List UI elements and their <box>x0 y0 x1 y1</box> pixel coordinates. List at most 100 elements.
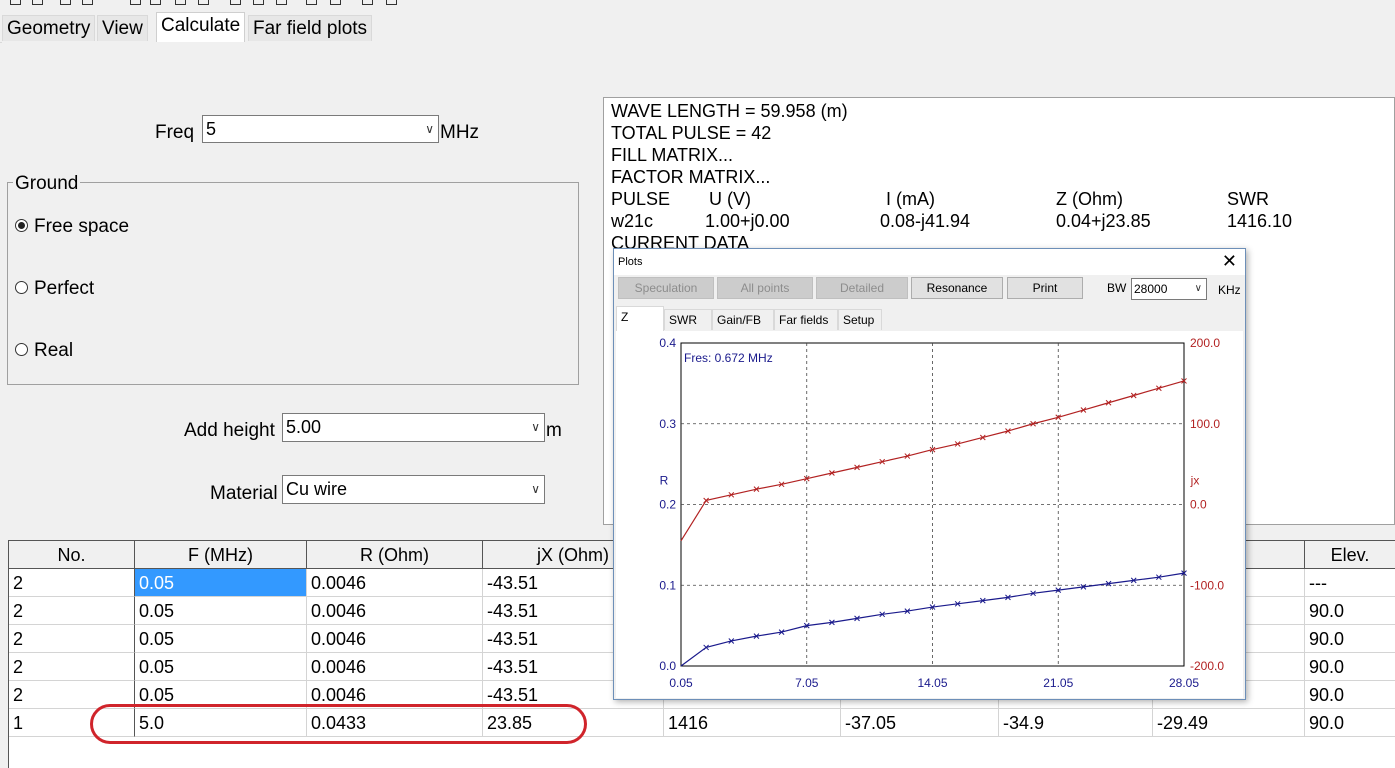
plot-tab-far-fields[interactable]: Far fields <box>774 309 838 330</box>
table-cell[interactable]: 0.05 <box>135 625 307 653</box>
ground-option-free-space[interactable]: Free space <box>34 216 129 238</box>
chevron-down-icon[interactable]: ∨ <box>531 476 540 502</box>
print-icon[interactable] <box>82 0 93 5</box>
zoom-icon[interactable] <box>253 0 264 5</box>
chevron-down-icon[interactable]: ∨ <box>531 414 540 440</box>
table-cell[interactable]: 23.85 <box>483 709 664 737</box>
table-header[interactable]: Elev. <box>1305 541 1395 569</box>
output-z: 0.04+j23.85 <box>1056 211 1151 231</box>
table-cell[interactable]: -29.49 <box>1153 709 1305 737</box>
output-col-i: I (mA) <box>886 189 935 209</box>
y-right-tick-label: -200.0 <box>1190 659 1224 673</box>
output-line: FACTOR MATRIX... <box>611 167 771 187</box>
resonance-button[interactable]: Resonance <box>911 277 1003 299</box>
output-u: 1.00+j0.00 <box>705 211 790 231</box>
table-cell[interactable]: 0.05 <box>135 681 307 709</box>
plot-tab-gain-fb[interactable]: Gain/FB <box>712 309 774 330</box>
chevron-down-icon[interactable]: ∨ <box>425 116 434 142</box>
table-cell[interactable]: --- <box>1305 569 1395 597</box>
output-swr: 1416.10 <box>1227 211 1293 231</box>
table-header[interactable]: F (MHz) <box>135 541 307 569</box>
freq-label: Freq <box>155 122 195 143</box>
radio-perfect[interactable] <box>15 281 28 294</box>
diamond-icon[interactable] <box>306 0 317 5</box>
bw-value: 28000 <box>1134 282 1168 296</box>
table-cell[interactable]: 90.0 <box>1305 653 1395 681</box>
rotate-right-icon[interactable] <box>330 0 341 5</box>
plot-tab-swr[interactable]: SWR <box>664 309 712 330</box>
table-header[interactable]: R (Ohm) <box>307 541 483 569</box>
row-number-cell[interactable]: 2 <box>9 597 135 625</box>
row-number-cell[interactable]: 2 <box>9 653 135 681</box>
table-cell[interactable]: -37.05 <box>841 709 999 737</box>
height-value: 5.00 <box>286 417 322 437</box>
save-icon[interactable] <box>60 0 71 5</box>
line-icon[interactable] <box>175 0 186 5</box>
table-cell[interactable]: 90.0 <box>1305 597 1395 625</box>
height-unit: m <box>546 420 562 441</box>
triangle-icon[interactable] <box>276 0 287 5</box>
close-x-icon[interactable] <box>362 0 373 5</box>
row-number-cell[interactable]: 2 <box>9 625 135 653</box>
table-cell[interactable]: 0.0046 <box>307 625 483 653</box>
y-left-tick-label: 0.0 <box>659 659 676 673</box>
table-cell[interactable]: -34.9 <box>999 709 1153 737</box>
output-line: TOTAL PULSE = 42 <box>611 123 772 143</box>
speculation-button[interactable]: Speculation <box>618 277 714 299</box>
output-col-swr: SWR <box>1227 189 1269 209</box>
toolbar <box>0 0 1395 10</box>
plot-tab-setup[interactable]: Setup <box>838 309 882 330</box>
chevron-down-icon[interactable]: ∨ <box>1195 279 1202 299</box>
material-combo[interactable]: Cu wire ∨ <box>282 475 545 504</box>
table-cell[interactable]: 90.0 <box>1305 681 1395 709</box>
radio-free-space[interactable] <box>15 219 28 232</box>
rotate-icon[interactable] <box>150 0 161 5</box>
all-points-button[interactable]: All points <box>717 277 813 299</box>
table-cell[interactable]: 0.05 <box>135 597 307 625</box>
table-cell[interactable]: 0.05 <box>135 653 307 681</box>
table-cell[interactable]: 0.05 <box>135 569 307 597</box>
freq-combo[interactable]: 5 ∨ <box>202 115 439 143</box>
plots-title: Plots <box>614 249 1245 275</box>
tab-calculate[interactable]: Calculate <box>156 12 246 42</box>
y-right-tick-label: 200.0 <box>1190 336 1220 350</box>
table-header[interactable]: No. <box>9 541 135 569</box>
table-cell[interactable]: 0.0046 <box>307 569 483 597</box>
table-cell[interactable]: 0.0046 <box>307 597 483 625</box>
x-tick-label: 21.05 <box>1043 676 1073 690</box>
bw-combo[interactable]: 28000 ∨ <box>1131 278 1207 300</box>
tab-far-field-plots[interactable]: Far field plots <box>248 15 373 41</box>
z-plot-svg: 0.05 7.05 14.05 21.05 28.05 0.0 0.1 0.2 0.3 0.4 -2… <box>659 336 1224 690</box>
new-icon[interactable] <box>10 0 21 5</box>
grid-icon[interactable] <box>386 0 397 5</box>
plot-tab-z[interactable]: Z <box>616 306 664 331</box>
height-combo[interactable]: 5.00 ∨ <box>282 413 545 442</box>
row-number-cell[interactable]: 2 <box>9 569 135 597</box>
table-cell[interactable]: 0.0433 <box>307 709 483 737</box>
y-right-tick-label: -100.0 <box>1190 578 1224 592</box>
y-right-axis-label: jx <box>1190 474 1200 488</box>
ground-option-real[interactable]: Real <box>34 340 73 362</box>
wire-icon[interactable] <box>198 0 209 5</box>
copy-icon[interactable] <box>230 0 241 5</box>
y-left-tick-label: 0.4 <box>659 336 676 350</box>
tab-view[interactable]: View <box>97 15 148 41</box>
down-arrow-icon[interactable] <box>130 0 141 5</box>
freq-value: 5 <box>206 119 217 139</box>
row-number-cell[interactable]: 2 <box>9 681 135 709</box>
table-cell[interactable]: 0.0046 <box>307 653 483 681</box>
table-cell[interactable]: 1416 <box>664 709 841 737</box>
close-icon[interactable]: ✕ <box>1222 250 1237 272</box>
table-cell[interactable]: 0.0046 <box>307 681 483 709</box>
tab-geometry[interactable]: Geometry <box>2 15 96 41</box>
table-cell[interactable]: 5.0 <box>135 709 307 737</box>
table-cell[interactable]: 90.0 <box>1305 625 1395 653</box>
print-button[interactable]: Print <box>1007 277 1083 299</box>
ground-option-perfect[interactable]: Perfect <box>34 278 94 300</box>
output-pulse: w21c <box>611 211 654 231</box>
open-icon[interactable] <box>32 0 43 5</box>
table-cell[interactable]: 90.0 <box>1305 709 1395 737</box>
radio-real[interactable] <box>15 343 28 356</box>
row-number-cell[interactable]: 1 <box>9 709 135 737</box>
detailed-button[interactable]: Detailed <box>816 277 908 299</box>
